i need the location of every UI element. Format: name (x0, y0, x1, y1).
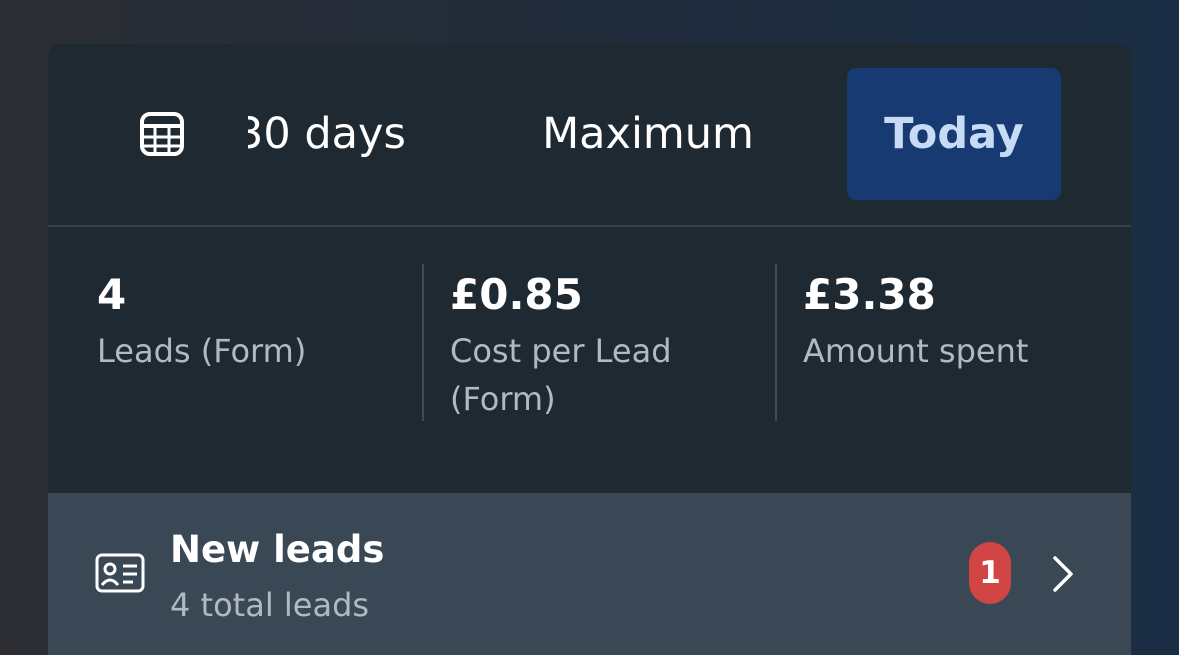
notification-badge: 1 (969, 542, 1011, 604)
divider (422, 264, 424, 421)
metric-value: 4 (97, 270, 127, 319)
chevron-right-icon[interactable] (1051, 554, 1075, 594)
metric-amount-spent: £3.38 Amount spent (803, 267, 1028, 375)
insights-card: 30 days Maximum Today 4 Leads (Form) £0.… (48, 44, 1131, 655)
metric-label: Amount spent (803, 332, 1029, 370)
metric-cost-per-lead: £0.85 Cost per Lead (Form) (450, 267, 730, 423)
metric-value: £0.85 (450, 270, 583, 319)
new-leads-row[interactable]: New leads 4 total leads 1 (48, 493, 1131, 655)
new-leads-title: New leads (170, 528, 385, 571)
metric-value: £3.38 (803, 270, 936, 319)
metric-label: Leads (Form) (97, 332, 307, 370)
tab-today[interactable]: Today (847, 68, 1061, 200)
tab-30-days[interactable]: 30 days (248, 68, 418, 200)
metric-label: Cost per Lead (Form) (450, 332, 672, 418)
tab-label: 30 days (248, 109, 406, 159)
new-leads-subtitle: 4 total leads (170, 586, 370, 624)
tab-maximum[interactable]: Maximum (528, 68, 768, 200)
id-card-icon (95, 553, 145, 593)
date-range-tabs: 30 days Maximum Today (48, 44, 1131, 227)
metrics-row: 4 Leads (Form) £0.85 Cost per Lead (Form… (48, 227, 1131, 493)
metric-leads: 4 Leads (Form) (97, 267, 306, 375)
divider (775, 264, 777, 421)
calendar-icon[interactable] (138, 110, 186, 158)
